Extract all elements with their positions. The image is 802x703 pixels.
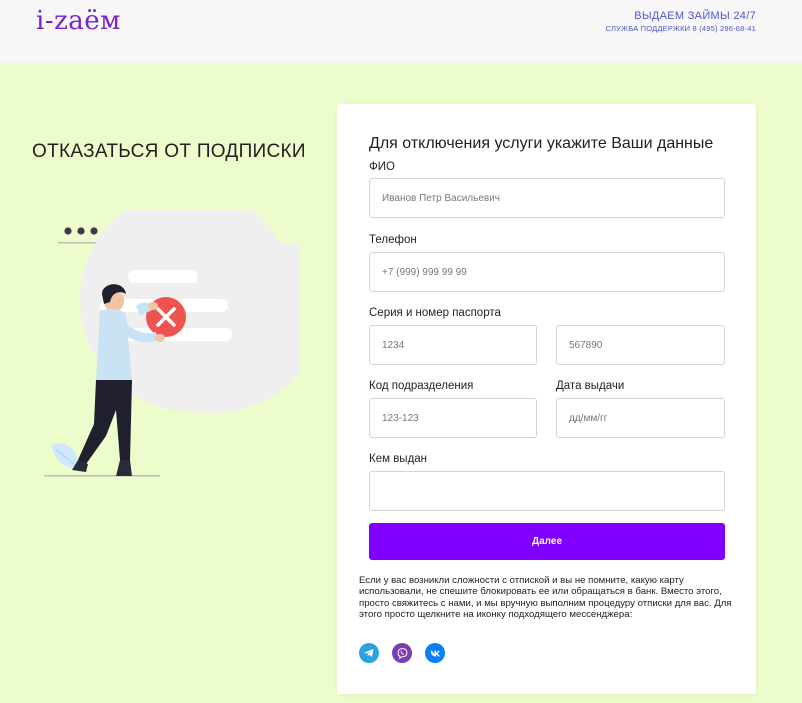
support-phone[interactable]: СЛУЖБА ПОДДЕРЖКИ 8 (495) 296-68-41 — [606, 24, 756, 33]
issue-date-label: Дата выдачи — [556, 380, 625, 392]
header-info: ВЫДАЕМ ЗАЙМЫ 24/7 СЛУЖБА ПОДДЕРЖКИ 8 (49… — [606, 10, 756, 33]
issue-date-input[interactable] — [556, 398, 725, 438]
messenger-links — [359, 643, 445, 663]
form-title: Для отключения услуги укажите Ваши данны… — [369, 135, 714, 152]
fio-input[interactable] — [369, 178, 725, 218]
next-button[interactable]: Далее — [369, 523, 725, 560]
page-title: ОТКАЗАТЬСЯ ОТ ПОДПИСКИ — [32, 141, 306, 162]
unsubscribe-form-card: Для отключения услуги укажите Ваши данны… — [337, 104, 756, 694]
division-code-label: Код подразделения — [369, 380, 474, 392]
unsubscribe-illustration: ‹› — [40, 189, 308, 490]
phone-label: Телефон — [369, 234, 417, 246]
header-tagline: ВЫДАЕМ ЗАЙМЫ 24/7 — [634, 10, 756, 22]
issued-by-label: Кем выдан — [369, 453, 428, 465]
site-header: i-zaём ВЫДАЕМ ЗАЙМЫ 24/7 СЛУЖБА ПОДДЕРЖК… — [0, 0, 802, 63]
passport-series-input[interactable] — [369, 325, 537, 365]
viber-icon[interactable] — [392, 643, 412, 663]
passport-label: Серия и номер паспорта — [369, 307, 501, 319]
fio-label: ФИО — [369, 161, 395, 173]
passport-number-input[interactable] — [556, 325, 725, 365]
help-text: Если у вас возникли сложности с отпиской… — [359, 575, 732, 621]
logo[interactable]: i-zaём — [36, 6, 121, 36]
vk-icon[interactable] — [425, 643, 445, 663]
issued-by-input[interactable] — [369, 471, 725, 511]
phone-input[interactable] — [369, 252, 725, 292]
division-code-input[interactable] — [369, 398, 537, 438]
telegram-icon[interactable] — [359, 643, 379, 663]
